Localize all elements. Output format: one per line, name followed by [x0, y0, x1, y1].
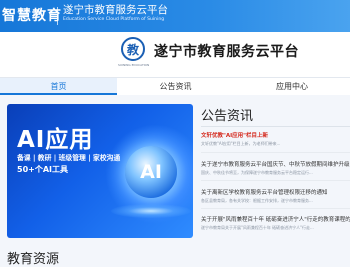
news-title-divider [201, 126, 350, 127]
news-item[interactable]: 关于开展"风雨兼程百十年 砥砺奋进济宁人"行走的教育课程的通知 遂宁市教育局关于… [201, 215, 350, 231]
smart-education-logo[interactable]: 智慧教育 [2, 5, 62, 25]
news-divider [201, 208, 350, 209]
news-section-title: 公告资讯 [201, 109, 254, 124]
nav-item-app-center[interactable]: 应用中心 [234, 78, 350, 95]
banner-tags: 备课 | 教研 | 班级管理 | 家校沟通 [17, 154, 121, 162]
news-item[interactable]: 关于离新区学校教育服务云平台管理权限迁移的通知 各区县教育局，各有关学校：根据工… [201, 188, 350, 204]
news-divider [201, 152, 350, 153]
news-headline[interactable]: 关于开展"风雨兼程百十年 砥砺奋进济宁人"行走的教育课程的通知 [201, 215, 350, 223]
news-headline[interactable]: 关于遂宁市教育服务云平台国庆节、中秋节放假期间维护升级的通知 [201, 160, 350, 168]
top-bar: 智慧教育 遂宁市教育服务云平台 Education Service Cloud … [0, 0, 350, 32]
banner-tool-count: 50+个AI工具 [17, 165, 69, 174]
ai-orb-icon: AI [125, 146, 177, 198]
news-item[interactable]: 关于遂宁市教育服务云平台国庆节、中秋节放假期间维护升级的通知 国庆、中秋佳节将至… [201, 160, 350, 176]
banner-platform [111, 204, 191, 218]
news-summary: 国庆、中秋佳节将至，为保障遂宁市教育服务云平台稳定运行... [201, 170, 313, 175]
news-summary: 遂宁市教育局关于开展"风雨兼程百十年 砥砺奋进济宁人"行走... [201, 225, 314, 230]
news-summary: 文轩优教"AI应用"栏目上新，为老师们带来... [201, 141, 281, 146]
nav-item-announcements[interactable]: 公告资讯 [117, 78, 234, 95]
platform-title: 遂宁市教育服务云平台 [63, 4, 168, 16]
news-divider [201, 180, 350, 181]
education-resources-title: 教育资源 [7, 252, 60, 267]
ai-orb-text: AI [140, 161, 162, 183]
nav-active-indicator [0, 93, 117, 95]
education-emblem-icon[interactable]: 教 [121, 37, 145, 61]
banner-title: AI应用 [17, 127, 94, 153]
news-headline[interactable]: 文轩优教"AI应用"栏目上新 [201, 131, 350, 139]
news-summary: 各区县教育局，各有关学校：根据工作安排，遂宁市教育服务... [201, 198, 313, 203]
top-divider [57, 7, 58, 25]
news-headline[interactable]: 关于离新区学校教育服务云平台管理权限迁移的通知 [201, 188, 350, 196]
news-item[interactable]: 文轩优教"AI应用"栏目上新 文轩优教"AI应用"栏目上新，为老师们带来... [201, 131, 350, 147]
emblem-caption: SUINING EDUCATION [118, 63, 150, 67]
emblem-char: 教 [126, 42, 139, 57]
site-title[interactable]: 遂宁市教育服务云平台 [154, 41, 299, 61]
platform-subtitle: Education Service Cloud Platform of Suin… [63, 17, 165, 22]
